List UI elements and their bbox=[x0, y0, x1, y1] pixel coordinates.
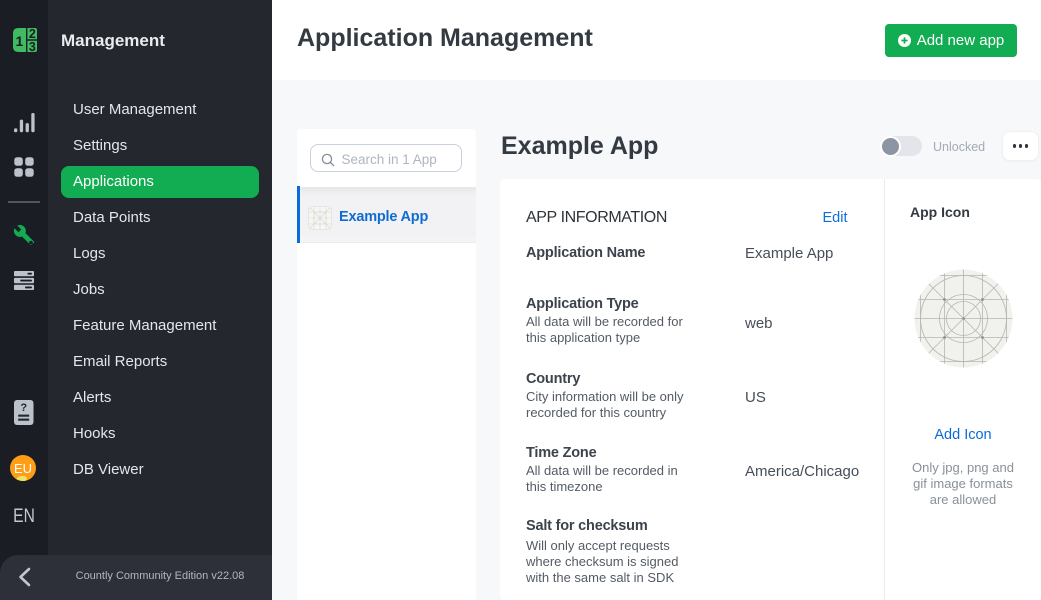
svg-text:?: ? bbox=[20, 402, 27, 414]
svg-text:3: 3 bbox=[29, 40, 36, 52]
svg-text:1: 1 bbox=[16, 33, 24, 49]
